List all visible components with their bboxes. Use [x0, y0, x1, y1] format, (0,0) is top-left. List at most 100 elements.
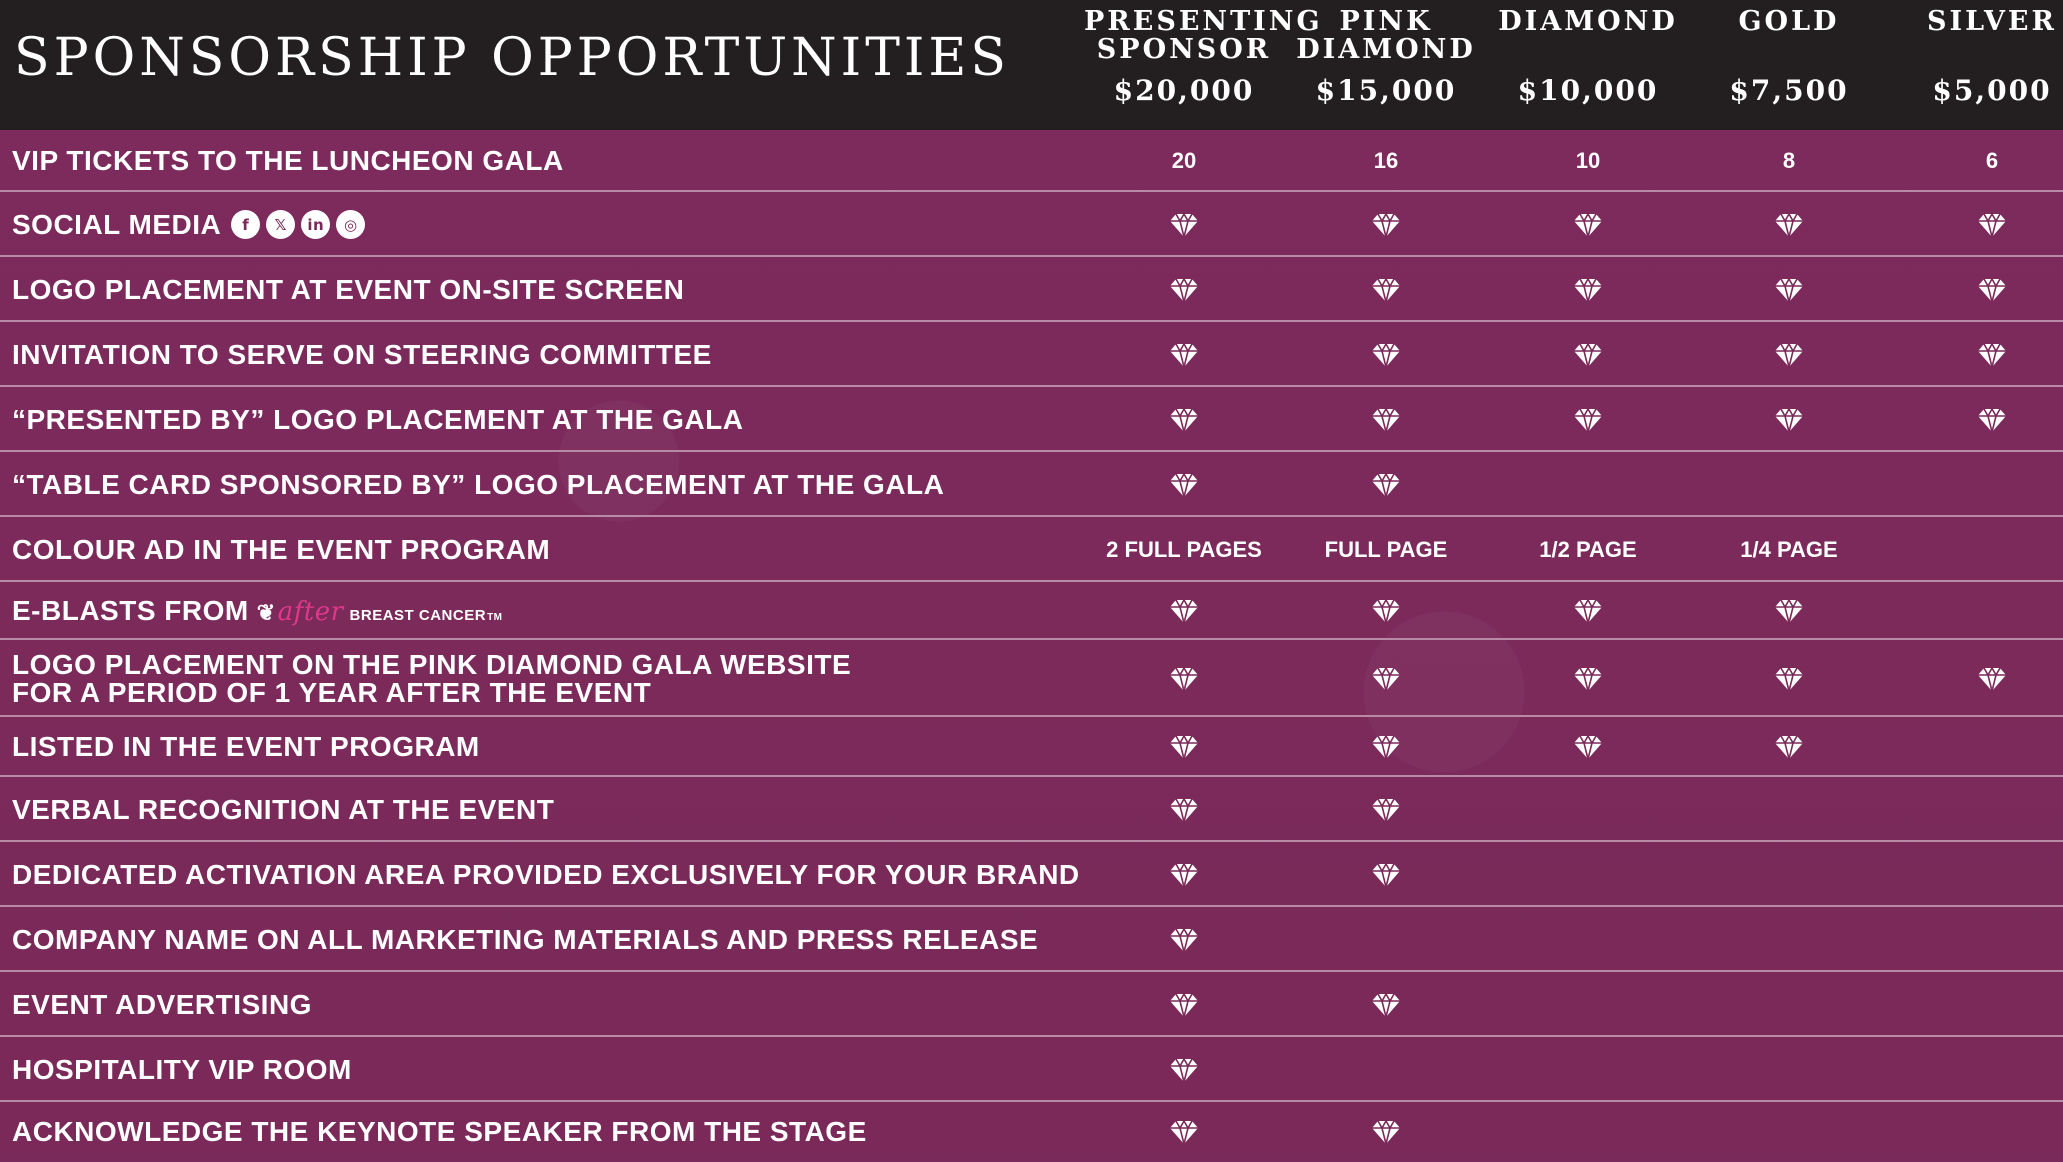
table-row: SOCIAL MEDIA f 𝕏in ◎: [0, 192, 2063, 257]
diamond-icon: [1573, 666, 1603, 692]
diamond-icon: [1169, 1057, 1199, 1083]
benefit-label: DEDICATED ACTIVATION AREA PROVIDED EXCLU…: [12, 861, 1080, 889]
diamond-icon: [1371, 862, 1401, 888]
brand-after-text: after: [277, 597, 344, 627]
diamond-icon: [1774, 734, 1804, 760]
table-row: “PRESENTED BY” LOGO PLACEMENT AT THE GAL…: [0, 387, 2063, 452]
table-row: LISTED IN THE EVENT PROGRAM: [0, 717, 2063, 777]
diamond-icon: [1169, 212, 1199, 238]
table-row: VERBAL RECOGNITION AT THE EVENT: [0, 777, 2063, 842]
benefit-label-text: VIP TICKETS TO THE LUNCHEON GALA: [12, 145, 564, 176]
diamond-icon: [1371, 277, 1401, 303]
benefit-label-text: INVITATION TO SERVE ON STEERING COMMITTE…: [12, 339, 712, 370]
benefit-label-text: “TABLE CARD SPONSORED BY” LOGO PLACEMENT…: [12, 469, 945, 500]
sponsorship-page: SPONSORSHIP OPPORTUNITIES PRESENTING SPO…: [0, 0, 2063, 1153]
table-row: LOGO PLACEMENT ON THE PINK DIAMOND GALA …: [0, 640, 2063, 717]
benefit-label-text: LOGO PLACEMENT AT EVENT ON-SITE SCREEN: [12, 274, 685, 305]
benefit-label-text: DEDICATED ACTIVATION AREA PROVIDED EXCLU…: [12, 859, 1080, 890]
benefit-label-text: HOSPITALITY VIP ROOM: [12, 1054, 352, 1085]
benefit-label: “TABLE CARD SPONSORED BY” LOGO PLACEMENT…: [12, 471, 944, 499]
facebook-icon: f: [231, 210, 261, 240]
page-title: SPONSORSHIP OPPORTUNITIES: [14, 28, 1011, 88]
diamond-icon: [1977, 212, 2007, 238]
diamond-icon: [1371, 212, 1401, 238]
benefit-label: INVITATION TO SERVE ON STEERING COMMITTE…: [12, 341, 712, 369]
ribbon-icon: ❦: [256, 600, 276, 625]
benefit-label-text: ACKNOWLEDGE THE KEYNOTE SPEAKER FROM THE…: [12, 1116, 867, 1147]
tier-price: $5,000: [1932, 74, 2052, 107]
table-row: E-BLASTS FROM ❦ after BREAST CANCER TM: [0, 582, 2063, 640]
table-row: EVENT ADVERTISING: [0, 972, 2063, 1037]
benefit-label: LOGO PLACEMENT AT EVENT ON-SITE SCREEN: [12, 276, 684, 304]
benefit-label: VIP TICKETS TO THE LUNCHEON GALA: [12, 147, 564, 175]
tier-header: GOLD $7,500: [1689, 6, 1889, 108]
tier-header: PRESENTING SPONSOR $20,000: [1084, 6, 1323, 108]
tier-header: DIAMOND $10,000: [1488, 8, 1688, 108]
diamond-icon: [1371, 797, 1401, 823]
benefit-value: 20: [1171, 148, 1197, 173]
table-row: HOSPITALITY VIP ROOM: [0, 1037, 2063, 1102]
diamond-icon: [1371, 734, 1401, 760]
table-row: DEDICATED ACTIVATION AREA PROVIDED EXCLU…: [0, 842, 2063, 907]
benefit-value: 6: [1985, 148, 1999, 173]
benefit-label-text: “PRESENTED BY” LOGO PLACEMENT AT THE GAL…: [12, 404, 744, 435]
diamond-icon: [1169, 734, 1199, 760]
benefit-label: LOGO PLACEMENT ON THE PINK DIAMOND GALA …: [12, 651, 851, 707]
tier-price: $15,000: [1315, 74, 1457, 107]
tier-name: GOLD: [1738, 6, 1840, 37]
instagram-icon: ◎: [336, 210, 366, 240]
diamond-icon: [1371, 666, 1401, 692]
after-breast-cancer-logo: ❦ after BREAST CANCER TM: [257, 598, 503, 632]
benefit-label-text: EVENT ADVERTISING: [12, 989, 312, 1020]
table-row: “TABLE CARD SPONSORED BY” LOGO PLACEMENT…: [0, 452, 2063, 517]
diamond-icon: [1977, 666, 2007, 692]
diamond-icon: [1169, 407, 1199, 433]
benefit-label: COMPANY NAME ON ALL MARKETING MATERIALS …: [12, 926, 1038, 954]
diamond-icon: [1371, 992, 1401, 1018]
tier-name: PRESENTING SPONSOR: [1084, 6, 1323, 65]
diamond-icon: [1169, 862, 1199, 888]
benefit-label: ACKNOWLEDGE THE KEYNOTE SPEAKER FROM THE…: [12, 1118, 867, 1146]
diamond-icon: [1573, 734, 1603, 760]
benefit-label: VERBAL RECOGNITION AT THE EVENT: [12, 796, 554, 824]
diamond-icon: [1169, 277, 1199, 303]
benefit-label: EVENT ADVERTISING: [12, 991, 312, 1019]
tier-header: PINK DIAMOND $15,000: [1286, 6, 1486, 108]
diamond-icon: [1573, 212, 1603, 238]
diamond-icon: [1774, 212, 1804, 238]
benefit-label-text: VERBAL RECOGNITION AT THE EVENT: [12, 794, 555, 825]
diamond-icon: [1169, 927, 1199, 953]
tier-price: $10,000: [1517, 74, 1659, 107]
diamond-icon: [1573, 407, 1603, 433]
diamond-icon: [1774, 666, 1804, 692]
diamond-icon: [1371, 342, 1401, 368]
diamond-icon: [1573, 598, 1603, 624]
table-row: INVITATION TO SERVE ON STEERING COMMITTE…: [0, 322, 2063, 387]
diamond-icon: [1573, 277, 1603, 303]
table-row: LOGO PLACEMENT AT EVENT ON-SITE SCREEN: [0, 257, 2063, 322]
tier-price: $20,000: [1113, 74, 1255, 107]
benefit-value: 2 FULL PAGES: [1106, 537, 1262, 562]
benefit-label: “PRESENTED BY” LOGO PLACEMENT AT THE GAL…: [12, 406, 743, 434]
benefit-label: COLOUR AD IN THE EVENT PROGRAM: [12, 536, 550, 564]
diamond-icon: [1169, 1119, 1199, 1145]
diamond-icon: [1169, 472, 1199, 498]
trademark-mark: TM: [487, 612, 503, 623]
tier-name: PINK DIAMOND: [1296, 6, 1476, 65]
diamond-icon: [1573, 342, 1603, 368]
tier-name: SILVER: [1927, 6, 2057, 37]
benefit-label-text: E-BLASTS FROM: [12, 595, 249, 626]
benefit-value: FULL PAGE: [1324, 537, 1448, 562]
tier-header: SILVER $5,000: [1892, 6, 2063, 108]
benefit-label: LISTED IN THE EVENT PROGRAM: [12, 733, 480, 761]
diamond-icon: [1774, 598, 1804, 624]
table-row: ACKNOWLEDGE THE KEYNOTE SPEAKER FROM THE…: [0, 1102, 2063, 1162]
diamond-icon: [1169, 666, 1199, 692]
x-icon: 𝕏: [266, 210, 296, 240]
diamond-icon: [1371, 598, 1401, 624]
benefit-label-text: LISTED IN THE EVENT PROGRAM: [12, 731, 480, 762]
diamond-icon: [1977, 277, 2007, 303]
diamond-icon: [1371, 472, 1401, 498]
benefit-label-text: LOGO PLACEMENT ON THE PINK DIAMOND GALA …: [12, 649, 852, 708]
diamond-icon: [1169, 598, 1199, 624]
